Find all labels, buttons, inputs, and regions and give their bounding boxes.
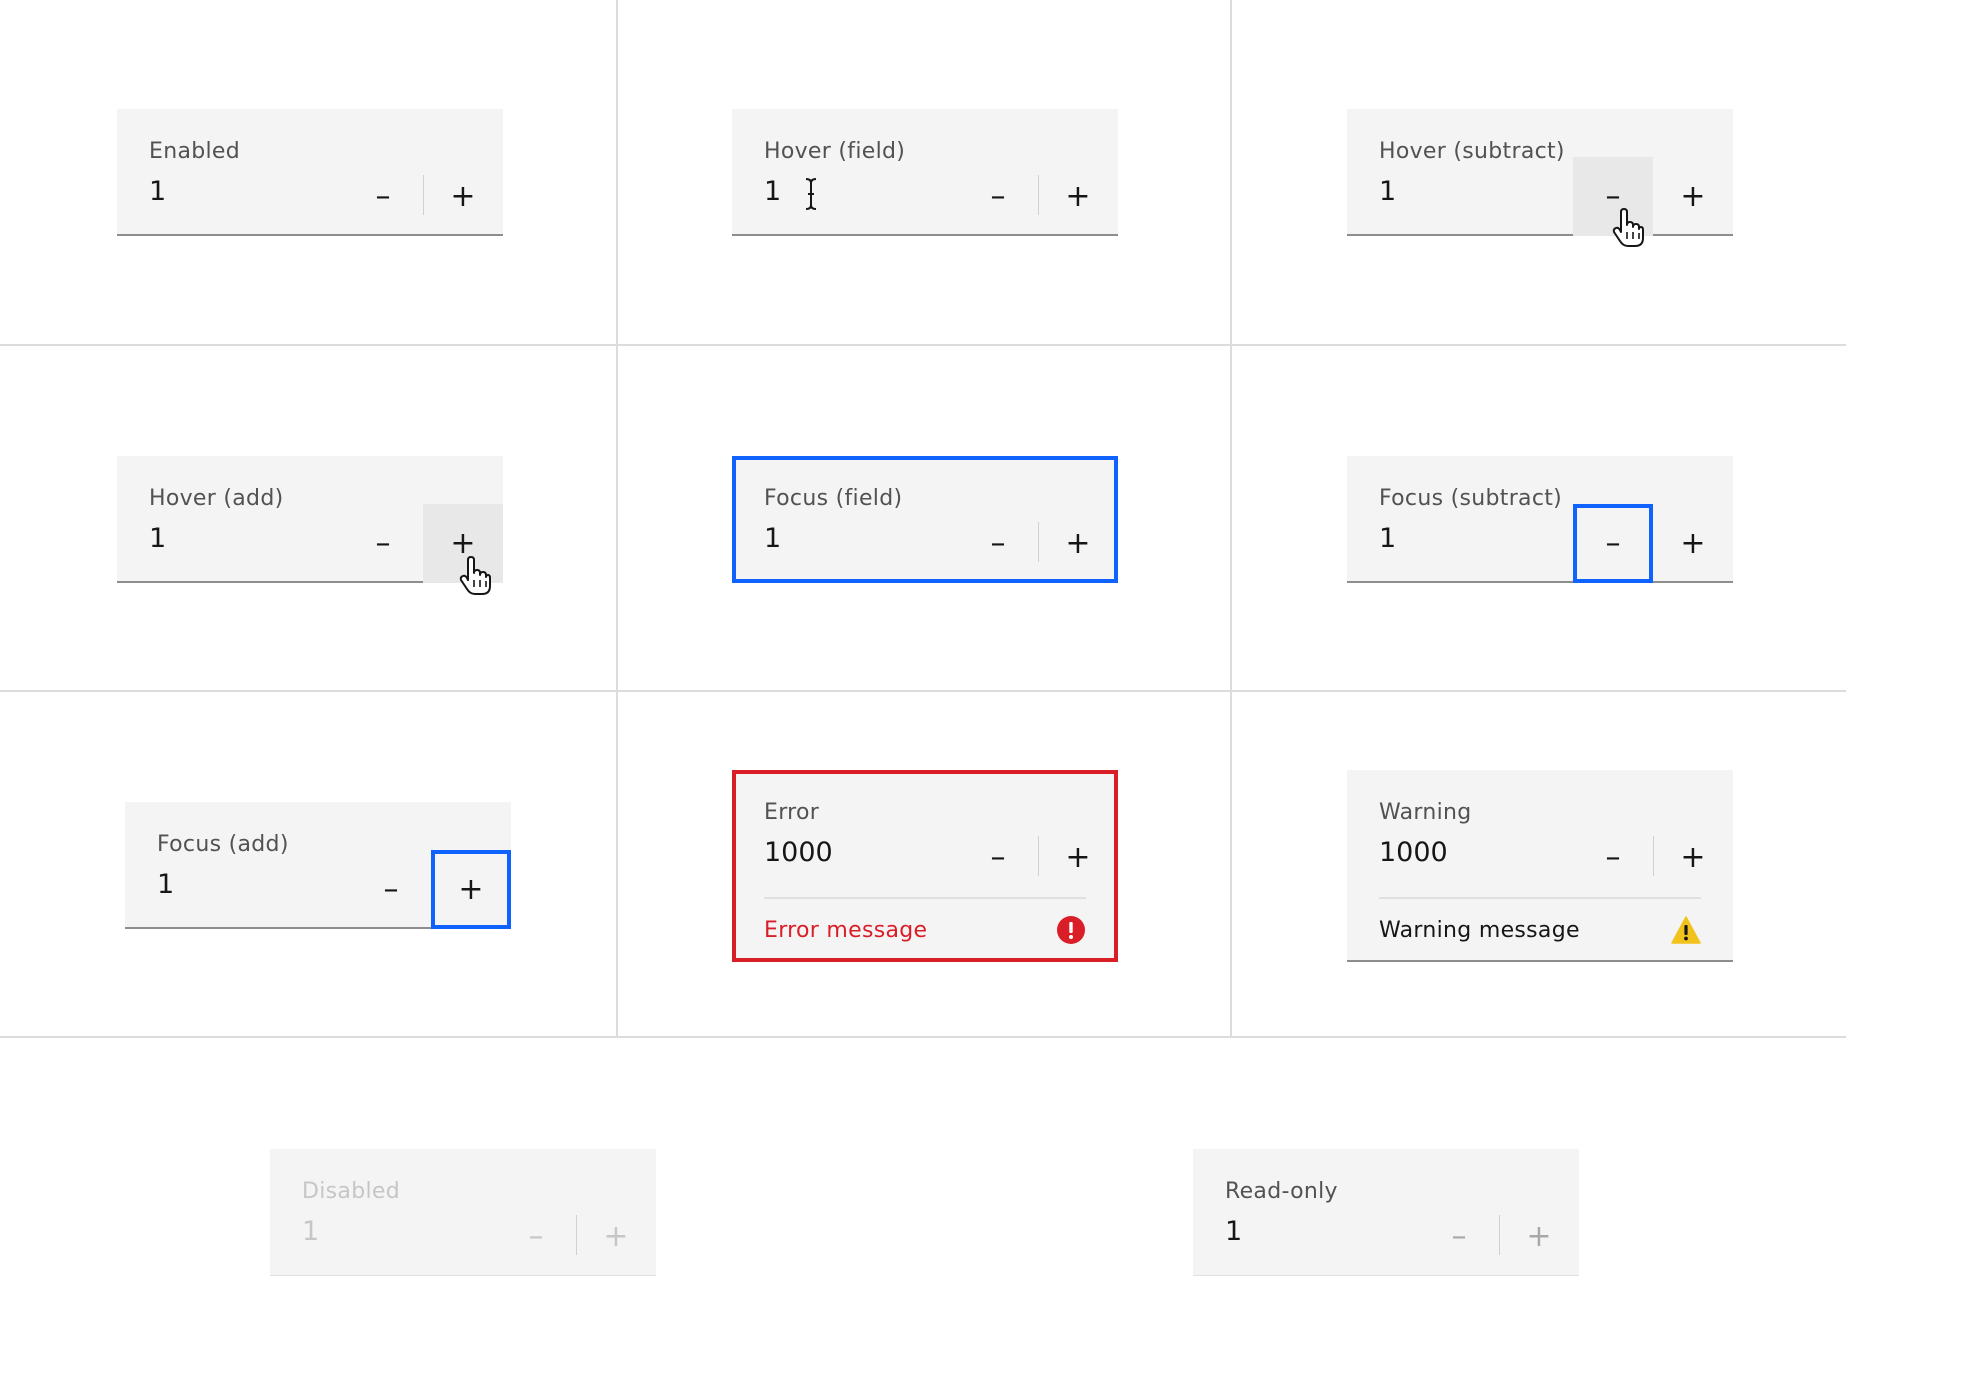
grid-horizontal-line-3 <box>0 1036 1846 1038</box>
add-button: + <box>1526 1219 1552 1254</box>
warning-message: Warning message <box>1379 918 1580 943</box>
error-message: Error message <box>764 918 928 943</box>
field-label: Hover (subtract) <box>1379 139 1565 164</box>
grid-vertical-line-1 <box>616 0 618 1038</box>
i-beam-cursor-icon <box>805 178 817 210</box>
number-input-focus-subtract[interactable]: Focus (subtract) 1 – + <box>1347 456 1733 583</box>
add-button[interactable]: + <box>1038 818 1118 897</box>
number-input-error[interactable]: Error 1000 – + Error message <box>732 770 1118 962</box>
message-divider <box>1379 897 1701 899</box>
field-value[interactable]: 1 <box>764 523 781 554</box>
subtract-button[interactable]: – <box>343 504 423 583</box>
grid-horizontal-line-2 <box>0 690 1846 692</box>
field-label: Enabled <box>149 139 241 164</box>
field-value: 1 <box>302 1216 320 1247</box>
grid-vertical-line-2 <box>1230 0 1232 1038</box>
subtract-button[interactable]: – <box>1573 157 1653 236</box>
add-button[interactable]: + <box>423 157 503 236</box>
number-input-readonly[interactable]: Read-only 1 – + <box>1193 1149 1579 1276</box>
field-label: Focus (add) <box>157 832 289 857</box>
subtract-button[interactable]: – <box>958 157 1038 236</box>
warning-alt-filled-icon <box>1671 916 1701 944</box>
field-label: Disabled <box>302 1179 400 1204</box>
grid-horizontal-line-1 <box>0 344 1846 346</box>
field-label: Hover (field) <box>764 139 906 164</box>
field-label: Focus (subtract) <box>1379 486 1563 511</box>
add-button[interactable]: + <box>1038 504 1118 583</box>
add-button: + <box>603 1219 629 1254</box>
number-input-disabled: Disabled 1 – + <box>270 1149 656 1276</box>
field-label: Hover (add) <box>149 486 284 511</box>
field-label: Focus (field) <box>764 486 903 511</box>
subtract-button[interactable]: – <box>958 818 1038 897</box>
add-button[interactable]: + <box>423 504 503 583</box>
subtract-button[interactable]: – <box>1573 504 1653 583</box>
subtract-button[interactable]: – <box>343 157 423 236</box>
number-input-enabled[interactable]: Enabled 1 – + <box>117 109 503 236</box>
add-button[interactable]: + <box>1653 157 1733 236</box>
field-value[interactable]: 1 <box>1379 176 1396 207</box>
field-value[interactable]: 1 <box>1225 1216 1242 1247</box>
field-value[interactable]: 1 <box>1379 523 1396 554</box>
subtract-button[interactable]: – <box>1573 818 1653 897</box>
field-value[interactable]: 1 <box>149 176 166 207</box>
field-value[interactable]: 1000 <box>764 837 833 868</box>
add-button[interactable]: + <box>1653 818 1733 897</box>
subtract-button[interactable]: – <box>351 850 431 929</box>
number-input-focus-field[interactable]: Focus (field) 1 – + <box>732 456 1118 583</box>
subtract-button: – <box>1451 1219 1467 1254</box>
number-input-hover-add[interactable]: Hover (add) 1 – + <box>117 456 503 595</box>
subtract-button[interactable]: – <box>958 504 1038 583</box>
field-value[interactable]: 1000 <box>1379 837 1448 868</box>
number-input-hover-subtract[interactable]: Hover (subtract) 1 – + <box>1347 109 1733 247</box>
subtract-button: – <box>528 1219 544 1254</box>
add-button[interactable]: + <box>1038 157 1118 236</box>
message-divider <box>764 897 1086 899</box>
field-value[interactable]: 1 <box>149 523 166 554</box>
add-button[interactable]: + <box>1653 504 1733 583</box>
number-input-focus-add[interactable]: Focus (add) 1 – + <box>125 802 511 929</box>
field-label: Error <box>764 800 820 825</box>
number-input-hover-field[interactable]: Hover (field) 1 – + <box>732 109 1118 236</box>
number-input-warning[interactable]: Warning 1000 – + Warning message <box>1347 770 1733 962</box>
add-button[interactable]: + <box>431 850 511 929</box>
field-label: Read-only <box>1225 1179 1338 1204</box>
field-label: Warning <box>1379 800 1472 825</box>
field-value[interactable]: 1 <box>764 176 781 207</box>
field-value[interactable]: 1 <box>157 869 174 900</box>
error-filled-icon <box>1057 916 1085 944</box>
